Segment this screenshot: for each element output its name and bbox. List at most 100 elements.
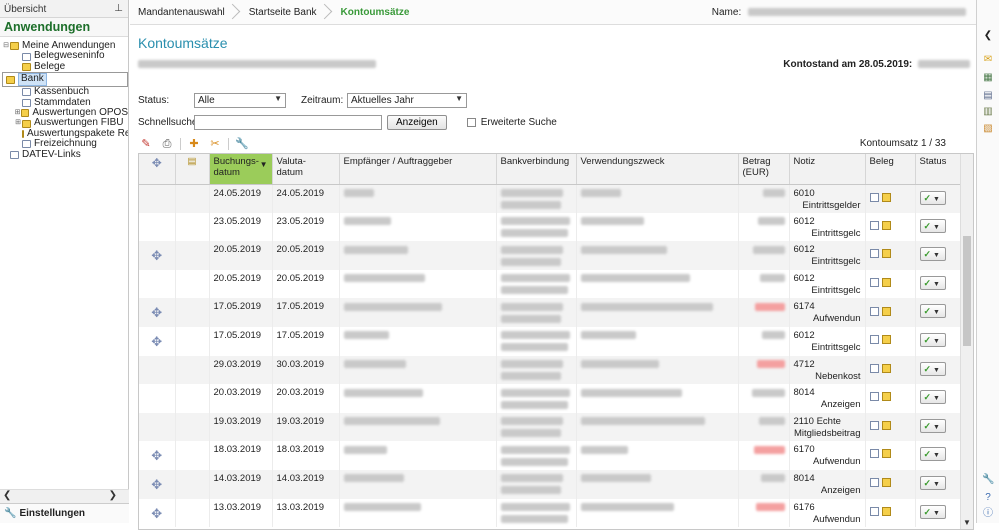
status-dropdown[interactable]: ✓ ▼: [919, 332, 946, 347]
cell-beleg[interactable]: [865, 269, 916, 299]
folder-icon[interactable]: [881, 249, 891, 259]
status-dropdown[interactable]: ✓ ▼: [919, 390, 946, 405]
table-row[interactable]: ✥ 17.05.2019 17.05.2019 6012 Eintrittsgelc ✓ ▼: [139, 326, 962, 356]
cell-status[interactable]: ✓ ▼: [915, 412, 962, 442]
attach-document-icon[interactable]: [869, 277, 879, 287]
cell-beleg[interactable]: [865, 412, 916, 442]
status-dropdown[interactable]: ✓ ▼: [919, 304, 946, 319]
breadcrumb-mandantenauswahl[interactable]: Mandantenauswahl: [130, 0, 241, 25]
folder-icon[interactable]: [881, 220, 891, 230]
cell-beleg[interactable]: [865, 241, 916, 270]
cell-split[interactable]: [139, 384, 176, 413]
table-row[interactable]: ✥ 14.03.2019 14.03.2019 8014 Anzeigen ✓ ▼: [139, 469, 962, 499]
help-icon[interactable]: ?: [982, 492, 994, 504]
status-dropdown[interactable]: ✓ ▼: [919, 447, 946, 462]
collapse-icon[interactable]: ⊟: [2, 41, 10, 51]
status-dropdown[interactable]: ✓ ▼: [919, 418, 946, 433]
cell-status[interactable]: ✓ ▼: [915, 241, 962, 270]
tree-item[interactable]: Belege: [2, 61, 128, 72]
table-row[interactable]: 20.05.2019 20.05.2019 6012 Eintrittsgelc ✓ ▼: [139, 269, 962, 299]
wrench-icon[interactable]: 🔧: [982, 474, 994, 486]
zeitraum-select[interactable]: Aktuelles Jahr ▼: [347, 92, 467, 108]
remove-split-icon[interactable]: ✂: [207, 137, 223, 151]
folder-icon[interactable]: [881, 277, 891, 287]
edit-icon[interactable]: ✎: [138, 137, 154, 151]
attach-document-icon[interactable]: [869, 192, 879, 202]
tree-item[interactable]: Belegweseninfo: [2, 50, 128, 61]
expand-icon[interactable]: ⊞: [14, 108, 21, 118]
cell-split[interactable]: ✥: [139, 298, 176, 327]
search-input[interactable]: [194, 114, 382, 130]
attach-document-icon[interactable]: [869, 249, 879, 259]
attach-document-icon[interactable]: [869, 392, 879, 402]
cell-beleg[interactable]: [865, 212, 916, 242]
cell-beleg[interactable]: [865, 184, 916, 213]
mail-icon[interactable]: ✉: [982, 54, 994, 66]
column-beleg-flag[interactable]: ▤: [175, 154, 210, 185]
table-row[interactable]: ✥ 20.05.2019 20.05.2019 6012 Eintrittsgelc ✓ ▼: [139, 241, 962, 270]
pin-icon[interactable]: ⊥: [114, 3, 123, 14]
cell-status[interactable]: ✓ ▼: [915, 298, 962, 327]
column-split[interactable]: ✥: [139, 154, 176, 185]
attach-document-icon[interactable]: [869, 220, 879, 230]
anzeigen-button[interactable]: Anzeigen: [387, 114, 447, 130]
documents-icon[interactable]: ▧: [982, 123, 994, 135]
report-icon[interactable]: ▤: [982, 90, 994, 102]
settings-link[interactable]: 🔧 Einstellungen: [0, 503, 129, 523]
folder-icon[interactable]: [881, 192, 891, 202]
status-select[interactable]: Alle ▼: [194, 92, 286, 108]
attach-document-icon[interactable]: [869, 335, 879, 345]
cell-beleg[interactable]: [865, 298, 916, 327]
cell-beleg[interactable]: [865, 384, 916, 413]
scrollbar-thumb[interactable]: [963, 236, 971, 346]
cell-split[interactable]: ✥: [139, 241, 176, 270]
scroll-left-icon[interactable]: ❮: [3, 490, 11, 501]
grid-vertical-scrollbar[interactable]: ▼: [960, 154, 973, 529]
notes-icon[interactable]: ▥: [982, 106, 994, 118]
cell-status[interactable]: ✓ ▼: [915, 326, 962, 356]
cell-status[interactable]: ✓ ▼: [915, 269, 962, 299]
attach-document-icon[interactable]: [869, 506, 879, 516]
cell-split[interactable]: [139, 355, 176, 385]
attach-document-icon[interactable]: [869, 420, 879, 430]
cell-beleg[interactable]: [865, 441, 916, 470]
folder-icon[interactable]: [881, 306, 891, 316]
folder-icon[interactable]: [881, 335, 891, 345]
cell-status[interactable]: ✓ ▼: [915, 355, 962, 385]
folder-icon[interactable]: [881, 449, 891, 459]
status-dropdown[interactable]: ✓ ▼: [919, 247, 946, 262]
attach-document-icon[interactable]: [869, 449, 879, 459]
advanced-search-checkbox[interactable]: [466, 117, 476, 127]
attach-document-icon[interactable]: [869, 363, 879, 373]
column-buchungsdatum[interactable]: ▼ Buchungs- datum: [209, 154, 273, 185]
cell-split[interactable]: ✥: [139, 469, 176, 499]
attach-document-icon[interactable]: [869, 478, 879, 488]
folder-icon[interactable]: [881, 478, 891, 488]
cell-beleg[interactable]: [865, 355, 916, 385]
table-row[interactable]: ✥ 18.03.2019 18.03.2019 6170 Aufwendun ✓ ▼: [139, 441, 962, 470]
column-empfaenger[interactable]: Empfänger / Auftraggeber: [339, 154, 497, 185]
calendar-icon[interactable]: ▦: [982, 72, 994, 84]
column-beleg[interactable]: Beleg: [865, 154, 916, 185]
wrench-icon[interactable]: 🔧: [234, 137, 250, 151]
cell-split[interactable]: [139, 269, 176, 299]
table-row[interactable]: 29.03.2019 30.03.2019 4712 Nebenkost ✓ ▼: [139, 355, 962, 385]
cell-status[interactable]: ✓ ▼: [915, 469, 962, 499]
print-icon[interactable]: ⎙: [159, 137, 175, 151]
cell-status[interactable]: ✓ ▼: [915, 384, 962, 413]
table-row[interactable]: 23.05.2019 23.05.2019 6012 Eintrittsgelc ✓ ▼: [139, 212, 962, 242]
tree-item[interactable]: Bank: [2, 72, 128, 88]
table-row[interactable]: 19.03.2019 19.03.2019 2110 Echte Mitgliedsb…: [139, 412, 962, 442]
cell-status[interactable]: ✓ ▼: [915, 212, 962, 242]
status-dropdown[interactable]: ✓ ▼: [919, 218, 946, 233]
cell-status[interactable]: ✓ ▼: [915, 184, 962, 213]
scroll-right-icon[interactable]: ❯: [109, 490, 117, 501]
folder-icon[interactable]: [881, 392, 891, 402]
cell-split[interactable]: ✥: [139, 441, 176, 470]
info-icon[interactable]: ⓘ: [982, 508, 994, 520]
status-dropdown[interactable]: ✓ ▼: [919, 190, 946, 205]
status-dropdown[interactable]: ✓ ▼: [919, 504, 946, 519]
status-dropdown[interactable]: ✓ ▼: [919, 275, 946, 290]
cell-status[interactable]: ✓ ▼: [915, 441, 962, 470]
cell-split[interactable]: [139, 412, 176, 442]
